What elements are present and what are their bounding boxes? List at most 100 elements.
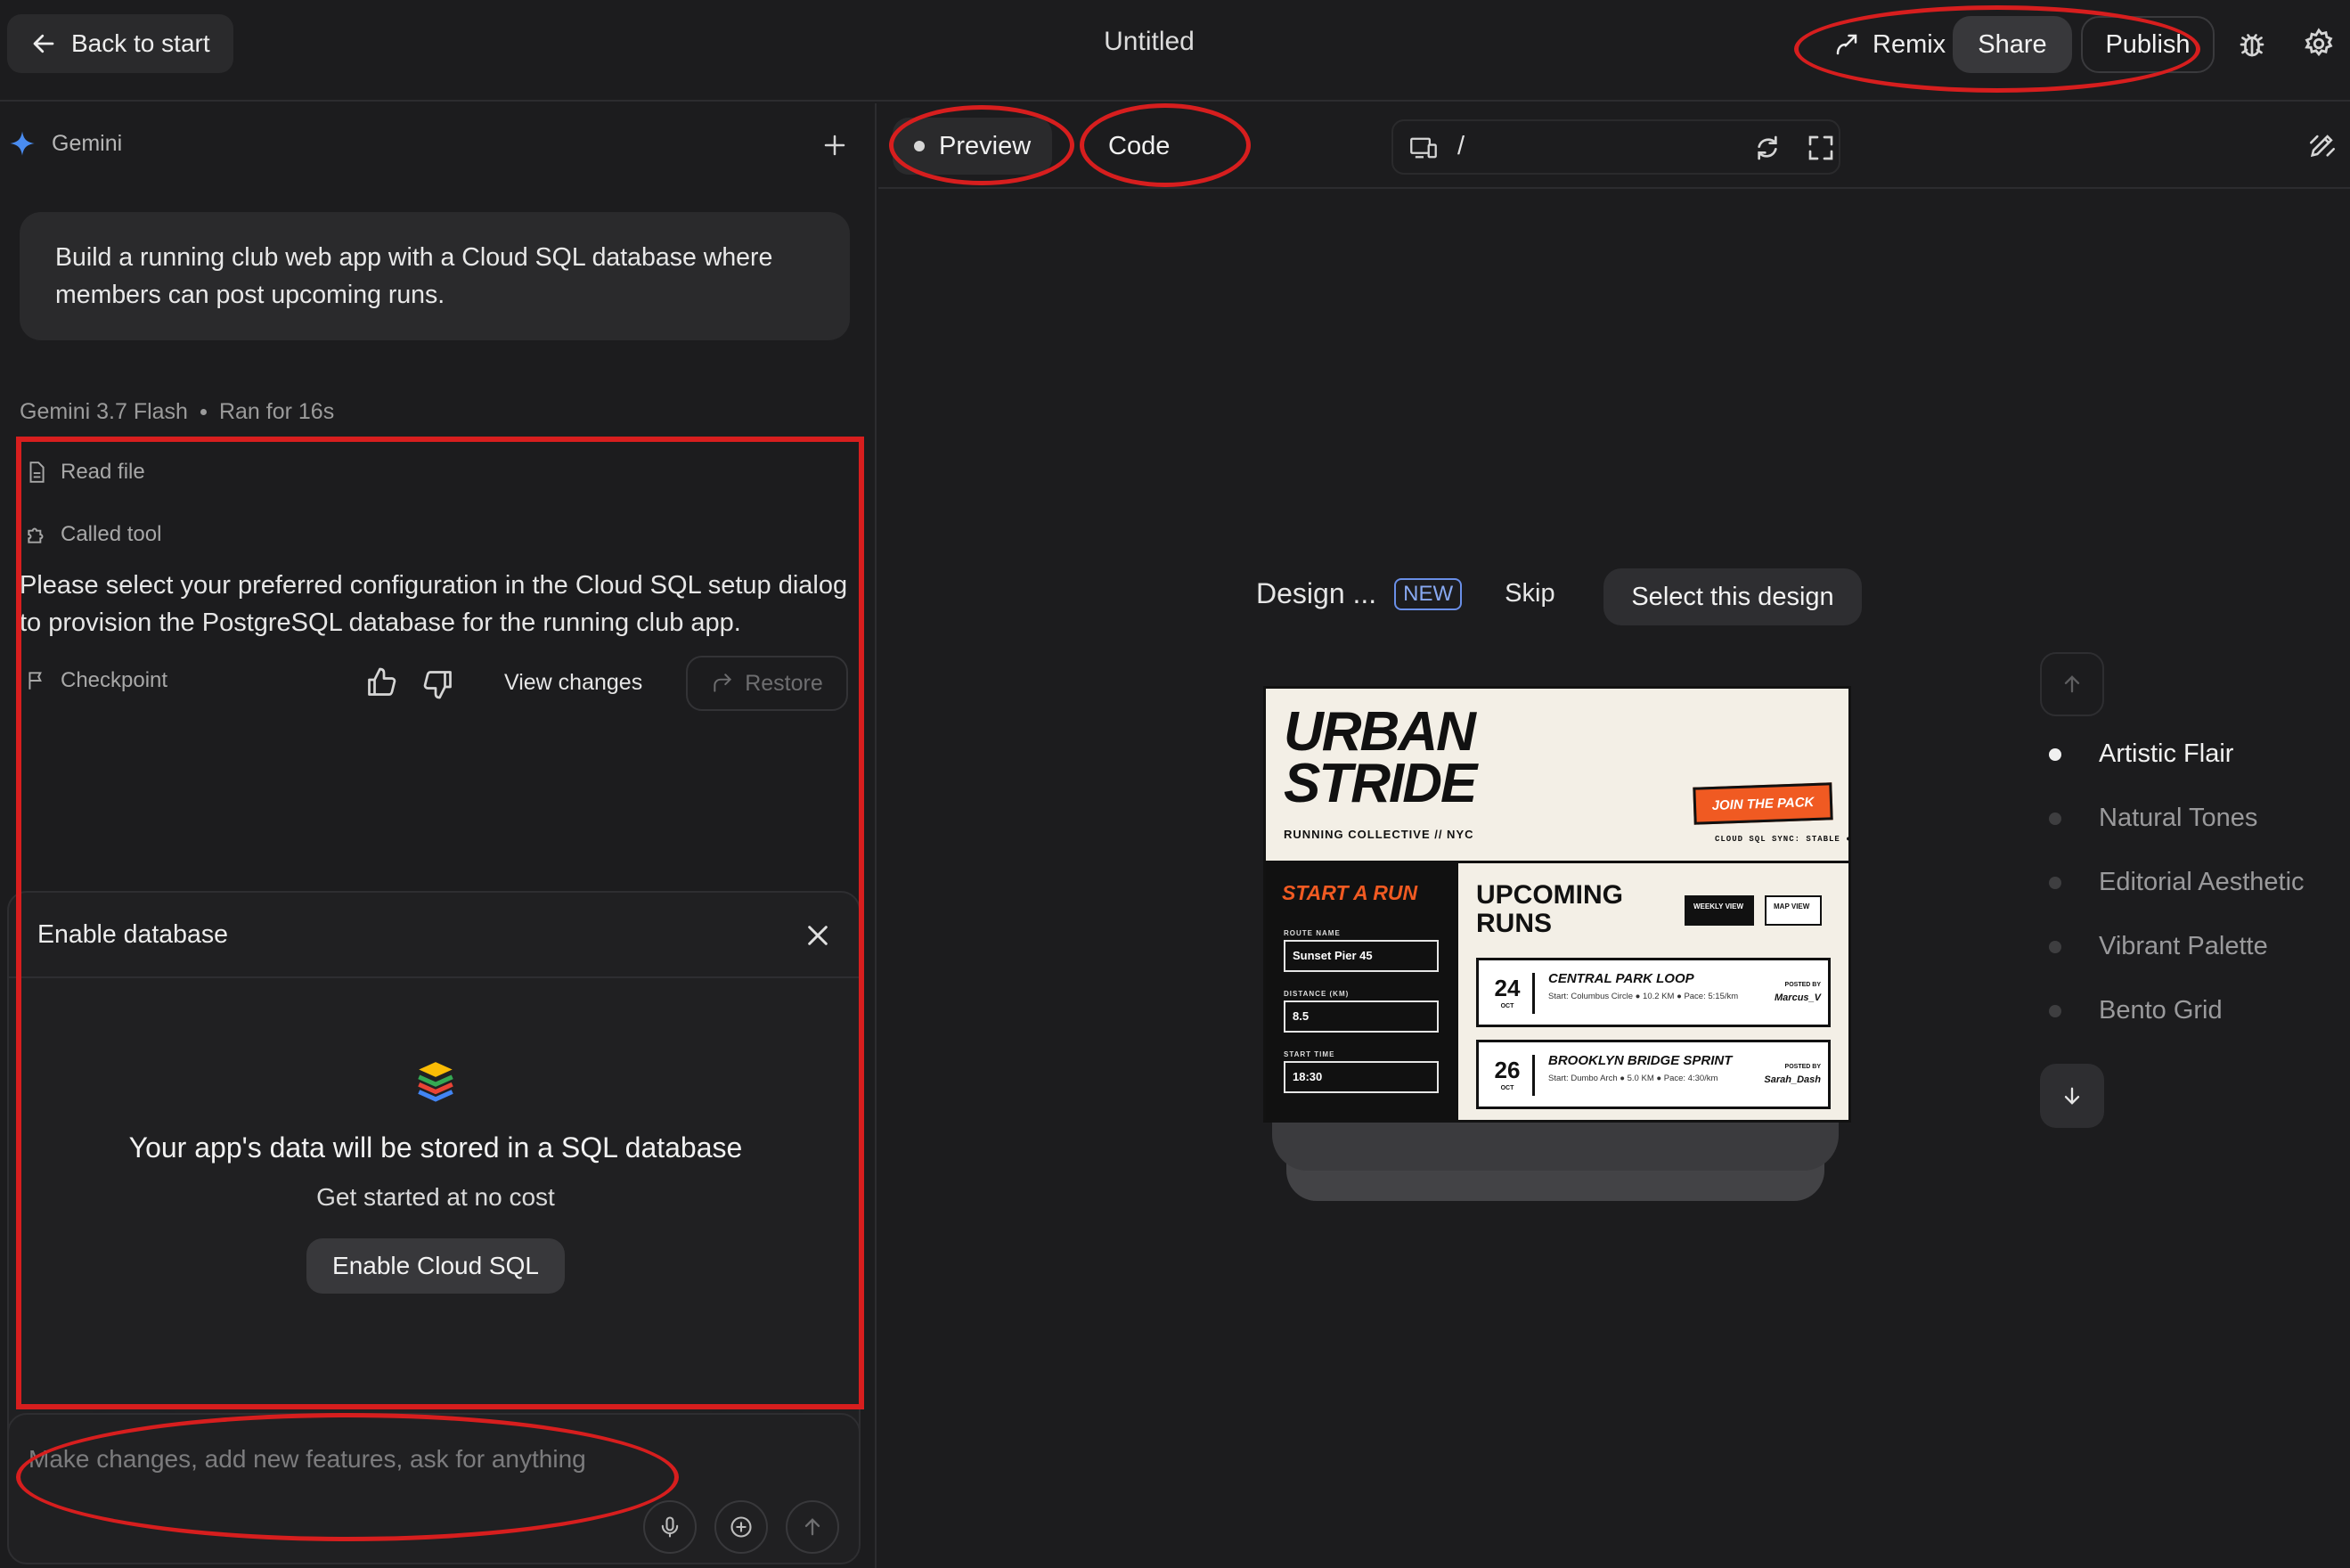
run-item: 24 OCT CENTRAL PARK LOOP Start: Columbus… — [1476, 958, 1831, 1027]
step-label: Read file — [61, 460, 145, 484]
arrow-left-icon — [33, 34, 54, 53]
design-option[interactable]: Natural Tones — [2049, 786, 2305, 850]
upcoming-runs: UPCOMING RUNS WEEKLY VIEW MAP VIEW 24 OC… — [1458, 863, 1848, 1120]
url-path[interactable]: / — [1457, 132, 1465, 161]
new-badge: NEW — [1394, 577, 1463, 610]
annotate-pencil-icon[interactable] — [2307, 130, 2338, 160]
restore-label: Restore — [745, 670, 823, 696]
option-label: Artistic Flair — [2099, 739, 2234, 768]
run-month: OCT — [1500, 1085, 1514, 1091]
model-header: Gemini — [9, 130, 122, 157]
db-subtext: Get started at no cost — [316, 1183, 555, 1211]
field-label: START TIME — [1284, 1050, 1335, 1058]
thumbs-up-icon[interactable] — [365, 666, 397, 698]
enable-cloud-sql-button[interactable]: Enable Cloud SQL — [306, 1238, 565, 1294]
previous-design-button[interactable] — [2040, 652, 2104, 716]
design-option[interactable]: Artistic Flair — [2049, 722, 2305, 786]
file-icon — [29, 461, 45, 483]
run-model: Gemini 3.7 Flash — [20, 399, 188, 424]
design-option[interactable]: Bento Grid — [2049, 978, 2305, 1042]
user-prompt-bubble: Build a running club web app with a Clou… — [20, 212, 850, 340]
run-divider — [1532, 1055, 1535, 1096]
close-icon[interactable] — [804, 921, 832, 950]
brand-subtitle: RUNNING COLLECTIVE // NYC — [1284, 828, 1474, 841]
run-name: CENTRAL PARK LOOP — [1548, 971, 1694, 986]
start-run-heading: START A RUN — [1282, 881, 1418, 904]
plus-circle-icon — [730, 1516, 752, 1538]
chat-panel: Gemini Build a running club web app with… — [0, 103, 877, 1568]
active-dot — [914, 141, 925, 151]
posted-by-label: POSTED BY — [1784, 1064, 1821, 1070]
prompt-input[interactable] — [29, 1441, 830, 1477]
devices-icon[interactable] — [1409, 135, 1438, 160]
refresh-icon[interactable] — [1753, 134, 1782, 162]
option-label: Natural Tones — [2099, 803, 2258, 832]
brand-line-2: STRIDE — [1284, 753, 1477, 814]
tab-preview[interactable]: Preview — [893, 118, 1053, 175]
step-called-tool[interactable]: Called tool — [25, 522, 161, 547]
option-bullet — [2049, 941, 2061, 953]
preview-brand: URBAN STRIDE — [1284, 705, 1658, 814]
share-button[interactable]: Share — [1953, 16, 2072, 73]
back-label: Back to start — [71, 29, 210, 57]
add-attachment-button[interactable] — [714, 1500, 768, 1554]
sync-status: CLOUD SQL SYNC: STABLE ● — [1715, 835, 1851, 844]
design-option[interactable]: Vibrant Palette — [2049, 914, 2305, 978]
gemini-sparkle-icon — [10, 131, 35, 156]
arrow-up-icon — [2064, 675, 2080, 693]
preview-header: URBAN STRIDE RUNNING COLLECTIVE // NYC J… — [1266, 689, 1851, 863]
microphone-button[interactable] — [643, 1500, 697, 1554]
remix-label: Remix — [1873, 29, 1946, 59]
step-read-file[interactable]: Read file — [25, 460, 145, 485]
posted-by-label: POSTED BY — [1784, 982, 1821, 988]
tab-code[interactable]: Code — [1090, 118, 1187, 175]
checkpoint: Checkpoint — [25, 668, 167, 693]
option-label: Bento Grid — [2099, 995, 2223, 1025]
remix-button[interactable]: Remix — [1808, 16, 1971, 73]
step-label: Called tool — [61, 522, 162, 546]
select-design-button[interactable]: Select this design — [1603, 568, 1862, 625]
thumbs-down-icon[interactable] — [422, 668, 454, 700]
run-detail: Start: Dumbo Arch ● 5.0 KM ● Pace: 4:30/… — [1548, 1074, 1718, 1083]
publish-button[interactable]: Publish — [2081, 16, 2215, 73]
option-label: Editorial Aesthetic — [2099, 867, 2305, 896]
url-bar: / — [1391, 119, 1840, 175]
design-picker-header: Design ... NEW Skip — [1256, 577, 1555, 610]
send-button[interactable] — [786, 1500, 839, 1554]
field-label: DISTANCE (KM) — [1284, 990, 1350, 998]
run-month: OCT — [1500, 1003, 1514, 1009]
project-title[interactable]: Untitled — [1060, 27, 1238, 57]
run-item: 26 OCT BROOKLYN BRIDGE SPRINT Start: Dum… — [1476, 1040, 1831, 1109]
run-divider — [1532, 973, 1535, 1014]
next-design-button[interactable] — [2040, 1064, 2104, 1128]
composer — [7, 1413, 861, 1564]
weekly-view-toggle: WEEKLY VIEW — [1685, 895, 1754, 926]
design-preview-card[interactable]: URBAN STRIDE RUNNING COLLECTIVE // NYC J… — [1263, 686, 1851, 1123]
restore-button[interactable]: Restore — [686, 656, 848, 711]
run-meta: Gemini 3.7 Flash Ran for 16s — [20, 399, 334, 425]
map-view-toggle: MAP VIEW — [1765, 895, 1822, 926]
database-stack-icon — [418, 1062, 453, 1102]
db-headline: Your app's data will be stored in a SQL … — [128, 1131, 743, 1164]
field-label: ROUTE NAME — [1284, 929, 1341, 937]
skip-button[interactable]: Skip — [1505, 579, 1554, 608]
run-detail: Start: Columbus Circle ● 10.2 KM ● Pace:… — [1548, 992, 1739, 1001]
option-bullet — [2049, 813, 2061, 825]
top-bar: Back to start Untitled Remix Share Publi… — [0, 0, 2350, 102]
settings-gear-icon[interactable] — [2302, 27, 2336, 61]
remix-icon — [1836, 34, 1857, 55]
field-value: Sunset Pier 45 — [1284, 940, 1439, 972]
flag-icon — [29, 672, 42, 690]
puzzle-icon — [28, 527, 44, 543]
option-label: Vibrant Palette — [2099, 931, 2268, 960]
bug-icon[interactable] — [2236, 29, 2268, 61]
back-to-start-button[interactable]: Back to start — [7, 14, 233, 73]
view-changes-button[interactable]: View changes — [504, 670, 642, 696]
arrow-down-icon — [2064, 1087, 2080, 1105]
start-run-form: START A RUN ROUTE NAME Sunset Pier 45 DI… — [1266, 863, 1458, 1120]
fullscreen-icon[interactable] — [1807, 134, 1835, 162]
design-option[interactable]: Editorial Aesthetic — [2049, 850, 2305, 914]
new-chat-plus-icon[interactable] — [821, 132, 848, 159]
option-bullet — [2049, 877, 2061, 889]
arrow-up-icon — [804, 1518, 820, 1536]
